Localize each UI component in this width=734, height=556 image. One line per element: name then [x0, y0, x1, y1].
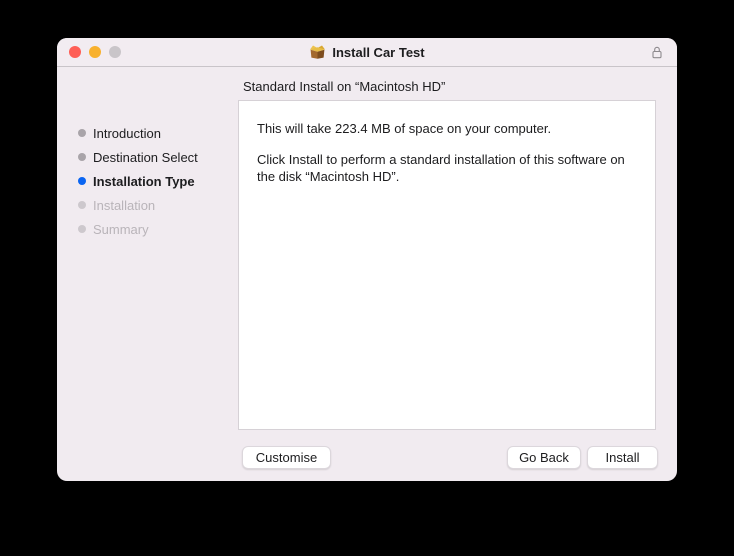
step-bullet-icon: [78, 153, 86, 161]
step-installation: Installation: [78, 193, 248, 217]
step-introduction: Introduction: [78, 121, 248, 145]
step-bullet-icon: [78, 177, 86, 185]
close-button[interactable]: [69, 46, 81, 58]
traffic-lights: [69, 46, 121, 58]
step-label: Summary: [93, 221, 149, 237]
installer-window: Install Car Test Introduction Destinatio…: [57, 38, 677, 481]
install-button[interactable]: Install: [587, 446, 658, 469]
titlebar: Install Car Test: [57, 38, 677, 67]
step-summary: Summary: [78, 217, 248, 241]
step-bullet-icon: [78, 201, 86, 209]
window-title: Install Car Test: [332, 44, 425, 60]
installer-steps: Introduction Destination Select Installa…: [78, 121, 248, 241]
step-installation-type: Installation Type: [78, 169, 248, 193]
lock-icon: [652, 46, 662, 59]
step-label: Introduction: [93, 125, 161, 141]
installer-package-icon: [310, 45, 326, 59]
window-title-area: Install Car Test: [57, 38, 677, 66]
install-instructions-text: Click Install to perform a standard inst…: [257, 152, 625, 184]
space-required-text: This will take 223.4 MB of space on your…: [257, 121, 552, 136]
step-label: Installation: [93, 197, 156, 213]
pane-heading: Standard Install on “Macintosh HD”: [243, 79, 446, 94]
step-label: Installation Type: [93, 173, 195, 189]
zoom-button-disabled: [109, 46, 121, 58]
customise-button[interactable]: Customise: [242, 446, 331, 469]
minimize-button[interactable]: [89, 46, 101, 58]
install-description-box: This will take 223.4 MB of space on your…: [238, 100, 656, 430]
step-label: Destination Select: [93, 149, 198, 165]
step-destination-select: Destination Select: [78, 145, 248, 169]
go-back-button[interactable]: Go Back: [507, 446, 581, 469]
step-bullet-icon: [78, 225, 86, 233]
step-bullet-icon: [78, 129, 86, 137]
